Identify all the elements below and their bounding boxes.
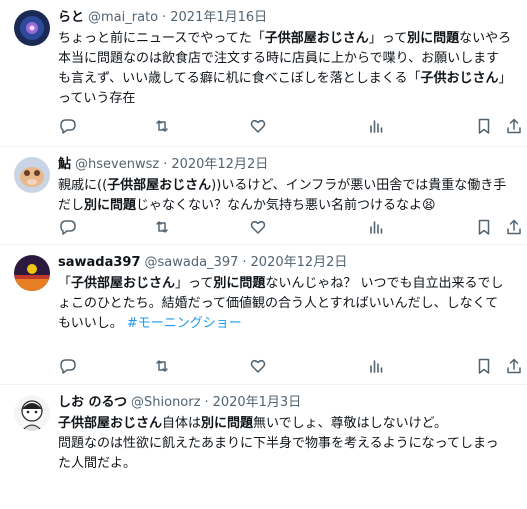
tweet-text-segment: ょこのひとたち。結婚だって価値観の合う人とすればいいんだし、しなくて xyxy=(58,296,499,311)
tweet-text-segment: 問題なのは性欲に飢えたあまりに下半身で物事を考えるようになってしまっ xyxy=(58,436,499,451)
tweet-header: 鮎 @hsevenwsz · 2020年12月2日 xyxy=(58,156,268,174)
tweet-text: ちょっと前にニュースでやってた「子供部屋おじさん」って別に問題ないやろ本当に問題… xyxy=(58,29,520,109)
reply-icon[interactable] xyxy=(58,218,76,236)
bookmark-icon[interactable] xyxy=(475,117,493,135)
retweet-icon[interactable] xyxy=(153,117,171,135)
highlighted-text: 別に問題 xyxy=(213,276,266,291)
tweet-date[interactable]: 2020年1月3日 xyxy=(213,395,302,410)
like-icon[interactable] xyxy=(249,357,267,375)
action-bar xyxy=(58,117,521,135)
views-icon[interactable] xyxy=(367,218,385,236)
tweet-text-segment: た人間だよ。 xyxy=(58,456,137,471)
views-icon[interactable] xyxy=(367,117,385,135)
highlighted-text: 別に問題 xyxy=(84,198,137,213)
tweet-header: しお のるつ @Shionorz · 2020年1月3日 xyxy=(58,394,301,412)
reply-icon[interactable] xyxy=(58,117,76,135)
retweet-icon[interactable] xyxy=(153,218,171,236)
tweet-text-segment: ないんじゃね？ いつでも自立出来るでし xyxy=(265,276,504,291)
tweet[interactable]: 鮎 @hsevenwsz · 2020年12月2日 親戚に((子供部屋おじさん))いる… xyxy=(0,147,527,245)
tweet-text-segment: ))いるけど、インフラが悪い田舎では貴重な働き手 xyxy=(211,178,507,193)
like-icon[interactable] xyxy=(249,117,267,135)
tweet-text-segment: 無いでしょ、尊敬はしないけど。 xyxy=(253,416,448,431)
tweet-text-segment: だし xyxy=(58,198,85,213)
tweet[interactable]: sawada397 @sawada_397 · 2020年12月2日 「子供部屋おじさ… xyxy=(0,245,527,385)
share-icon[interactable] xyxy=(505,218,523,236)
tweet-date[interactable]: 2021年1月16日 xyxy=(170,10,267,25)
reply-icon[interactable] xyxy=(58,357,76,375)
tweet-text-segment: 自体は xyxy=(162,416,202,431)
display-name[interactable]: らと xyxy=(58,10,84,25)
handle[interactable]: @hsevenwsz xyxy=(75,157,159,172)
tweet-date[interactable]: 2020年12月2日 xyxy=(251,255,348,270)
display-name[interactable]: 鮎 xyxy=(58,157,71,172)
tweet-text-segment: じゃなくない？なんか気持ち悪い名前つけるなよ😫 xyxy=(136,198,436,213)
highlighted-text: 子供おじさん xyxy=(420,71,499,86)
share-icon[interactable] xyxy=(505,117,523,135)
tweet-text-segment: 本当に問題なのは飲食店で注文する時に店員に上からで喋り、お願いします xyxy=(58,51,500,66)
tweet-text: 親戚に((子供部屋おじさん))いるけど、インフラが悪い田舎では貴重な働き手だし別… xyxy=(58,176,520,216)
tweet-header: らと @mai_rato · 2021年1月16日 xyxy=(58,9,267,27)
bookmark-icon[interactable] xyxy=(475,357,493,375)
separator: · xyxy=(242,255,247,270)
views-icon[interactable] xyxy=(367,357,385,375)
avatar[interactable] xyxy=(14,395,50,431)
highlighted-text: 子供部屋おじさん xyxy=(71,276,176,291)
tweet-text-segment: 」って xyxy=(368,31,408,46)
highlighted-text: 子供部屋おじさん xyxy=(264,31,369,46)
tweet-text: 子供部屋おじさん自体は別に問題無いでしょ、尊敬はしないけど。問題なのは性欲に飢え… xyxy=(58,414,520,474)
highlighted-text: 別に問題 xyxy=(201,416,254,431)
share-icon[interactable] xyxy=(505,357,523,375)
tweet-text-segment: っていう存在 xyxy=(58,91,136,106)
separator: · xyxy=(163,157,168,172)
tweet[interactable]: しお のるつ @Shionorz · 2020年1月3日 子供部屋おじさん自体は別に問… xyxy=(0,385,527,509)
display-name[interactable]: しお のるつ xyxy=(58,395,127,410)
highlighted-text: 別に問題 xyxy=(407,31,460,46)
tweet-text-segment: 「 xyxy=(58,276,72,291)
handle[interactable]: @mai_rato xyxy=(88,10,158,25)
tweet[interactable]: らと @mai_rato · 2021年1月16日 ちょっと前にニュースでやってた「子… xyxy=(0,0,527,147)
tweet-text-segment: もいいし。 xyxy=(58,316,127,331)
action-bar xyxy=(58,218,521,236)
hashtag-link[interactable]: #モーニングショー xyxy=(127,316,242,331)
highlighted-text: 子供部屋おじさん xyxy=(58,416,163,431)
tweet-header: sawada397 @sawada_397 · 2020年12月2日 xyxy=(58,254,347,272)
highlighted-text: 子供部屋おじさん xyxy=(107,178,212,193)
tweet-text-segment: 」 xyxy=(498,71,512,86)
display-name[interactable]: sawada397 xyxy=(58,255,141,270)
tweet-text-segment: 」って xyxy=(175,276,214,291)
separator: · xyxy=(162,10,167,25)
handle[interactable]: @Shionorz xyxy=(131,395,200,410)
tweet-date[interactable]: 2020年12月2日 xyxy=(171,157,268,172)
tweet-text-segment: も言えず、いい歳してる癖に机に食べこぼしを落としまくる「 xyxy=(58,71,421,86)
tweet-text: 「子供部屋おじさん」って別に問題ないんじゃね？ いつでも自立出来るでしょこのひと… xyxy=(58,274,520,334)
retweet-icon[interactable] xyxy=(153,357,171,375)
avatar[interactable] xyxy=(14,157,50,193)
avatar[interactable] xyxy=(14,10,50,46)
handle[interactable]: @sawada_397 xyxy=(145,255,239,270)
tweet-text-segment: ちょっと前にニュースでやってた「 xyxy=(58,31,265,46)
avatar[interactable] xyxy=(14,255,50,291)
tweet-text-segment: 親戚に(( xyxy=(58,178,108,193)
like-icon[interactable] xyxy=(249,218,267,236)
action-bar xyxy=(58,357,521,375)
bookmark-icon[interactable] xyxy=(475,218,493,236)
tweet-text-segment: ないやろ xyxy=(459,31,512,46)
separator: · xyxy=(204,395,209,410)
